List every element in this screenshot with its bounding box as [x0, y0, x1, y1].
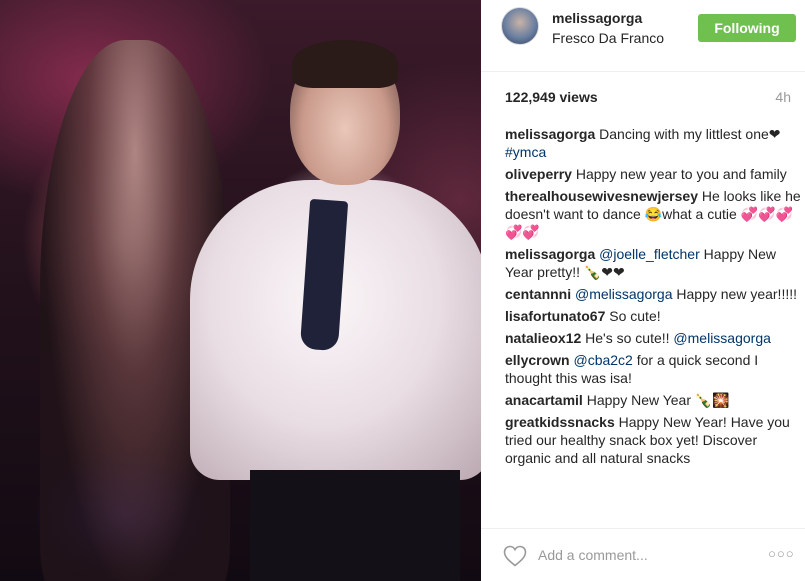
- post-video[interactable]: [0, 0, 481, 581]
- post-location[interactable]: Fresco Da Franco: [552, 30, 664, 46]
- comment-item: ellycrown @cba2c2 for a quick second I t…: [505, 351, 801, 387]
- comment-item: lisafortunato67 So cute!: [505, 307, 801, 325]
- comment-text: Happy new year!!!!!: [672, 286, 798, 302]
- comment-item: centannni @melissagorga Happy new year!!…: [505, 285, 801, 303]
- mention-link[interactable]: @melissagorga: [575, 286, 672, 302]
- comment-text: Happy New Year 🍾🎇: [586, 392, 730, 408]
- comment-item: greatkidssnacks Happy New Year! Have you…: [505, 413, 801, 467]
- comment-user[interactable]: greatkidssnacks: [505, 414, 615, 430]
- comment-item: melissagorga @joelle_fletcher Happy New …: [505, 245, 801, 281]
- comment-item: melissagorga Dancing with my littlest on…: [505, 125, 801, 161]
- comment-text: So cute!: [609, 308, 661, 324]
- mention-link[interactable]: @cba2c2: [573, 352, 632, 368]
- comment-user[interactable]: anacartamil: [505, 392, 583, 408]
- comment-user[interactable]: oliveperry: [505, 166, 572, 182]
- avatar[interactable]: [501, 7, 539, 45]
- comment-user[interactable]: natalieox12: [505, 330, 581, 346]
- post-age[interactable]: 4h: [775, 89, 791, 105]
- comment-user[interactable]: centannni: [505, 286, 571, 302]
- comment-item: anacartamil Happy New Year 🍾🎇: [505, 391, 801, 409]
- comment-text: Dancing with my littlest one❤: [599, 126, 781, 142]
- comment-item: oliveperry Happy new year to you and fam…: [505, 165, 801, 183]
- comment-user[interactable]: therealhousewivesnewjersey: [505, 188, 698, 204]
- mention-link[interactable]: @melissagorga: [673, 330, 770, 346]
- hashtag-link[interactable]: #ymca: [505, 144, 546, 160]
- mention-link[interactable]: @joelle_fletcher: [599, 246, 700, 262]
- view-count: 122,949 views: [505, 89, 598, 105]
- more-options-icon[interactable]: ○○○: [768, 546, 795, 561]
- comment-item: therealhousewivesnewjersey He looks like…: [505, 187, 801, 241]
- comment-user[interactable]: ellycrown: [505, 352, 570, 368]
- comment-list[interactable]: melissagorga Dancing with my littlest on…: [505, 125, 801, 523]
- comment-footer: ○○○: [481, 528, 805, 581]
- following-button[interactable]: Following: [698, 14, 796, 42]
- post-stats: 122,949 views 4h: [481, 86, 805, 110]
- comment-item: natalieox12 He's so cute!! @melissagorga: [505, 329, 801, 347]
- post-username[interactable]: melissagorga: [552, 10, 642, 26]
- post-header: melissagorga Fresco Da Franco Following: [481, 0, 805, 72]
- post-sidebar: melissagorga Fresco Da Franco Following …: [481, 0, 805, 581]
- comment-user[interactable]: lisafortunato67: [505, 308, 605, 324]
- comment-user[interactable]: melissagorga: [505, 246, 595, 262]
- comment-text: He's so cute!!: [585, 330, 674, 346]
- comment-user[interactable]: melissagorga: [505, 126, 595, 142]
- heart-icon[interactable]: [503, 545, 527, 567]
- comment-text: Happy new year to you and family: [575, 166, 787, 182]
- video-pants: [250, 470, 460, 581]
- comment-input[interactable]: [538, 545, 748, 565]
- video-hair: [292, 40, 398, 88]
